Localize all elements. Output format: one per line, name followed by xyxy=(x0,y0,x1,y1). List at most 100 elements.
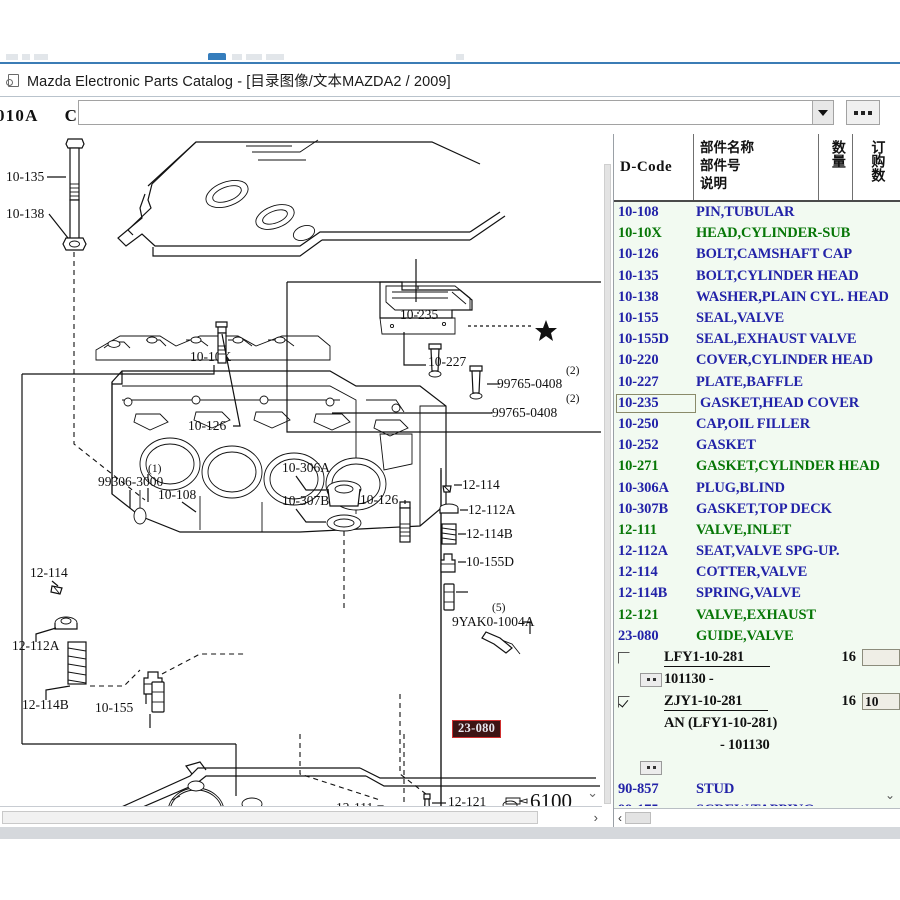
row-desc: BOLT,CAMSHAFT CAP xyxy=(696,246,852,263)
table-row[interactable]: 10-307B GASKET,TOP DECK xyxy=(614,499,900,520)
table-row[interactable]: 10-138 WASHER,PLAIN CYL. HEAD xyxy=(614,287,900,308)
row-desc: GASKET xyxy=(696,437,756,454)
table-row[interactable]: 10-135 BOLT,CYLINDER HEAD xyxy=(614,266,900,287)
column-header-dcode: D-Code xyxy=(614,134,694,200)
row-code: 10-235 xyxy=(616,393,696,413)
part-number[interactable]: ZJY1-10-281 xyxy=(664,693,769,711)
chevron-down-icon[interactable] xyxy=(812,101,833,124)
row-code: 12-114B xyxy=(618,585,668,602)
row-desc: SEAT,VALVE SPG-UP. xyxy=(696,543,840,560)
dots-cell[interactable] xyxy=(638,760,664,775)
table-row[interactable]: 12-114 COTTER,VALVE xyxy=(614,562,900,583)
detail-row-dots[interactable] xyxy=(614,757,900,779)
part-quantity: 16 xyxy=(841,693,857,710)
guide-valve-23-080-left xyxy=(151,681,165,713)
diagram-scroll-down-icon[interactable]: ⌄ xyxy=(587,785,598,801)
callout-10-135: 10-135 xyxy=(6,169,44,184)
diagram-canvas[interactable]: .ln { stroke:#111; stroke-width:1.2; fil… xyxy=(0,134,602,806)
row-code: 23-080 xyxy=(618,627,659,644)
parts-scroll-thumb[interactable] xyxy=(625,812,651,824)
row-code: 12-114 xyxy=(618,564,658,581)
column-header-name-line3: 说明 xyxy=(700,175,727,191)
row-desc: GASKET,CYLINDER HEAD xyxy=(696,458,880,475)
table-row[interactable]: 10-306A PLUG,BLIND xyxy=(614,477,900,498)
table-row[interactable]: 90-857 STUD xyxy=(614,779,900,800)
parts-scroll-left-icon[interactable]: ‹ xyxy=(618,811,622,825)
note-text: - 101130 xyxy=(720,737,770,754)
table-row[interactable]: 10-10X HEAD,CYLINDER-SUB xyxy=(614,223,900,244)
row-code: 12-121 xyxy=(618,606,659,623)
table-row[interactable]: 10-155D SEAL,EXHAUST VALVE xyxy=(614,329,900,350)
row-checkbox-checked[interactable] xyxy=(618,695,630,708)
table-row[interactable]: 10-108 PIN,TUBULAR xyxy=(614,202,900,223)
order-qty-input[interactable]: 10 xyxy=(862,693,900,711)
seal-10-155D xyxy=(440,553,456,573)
table-row[interactable]: 23-080 GUIDE,VALVE xyxy=(614,626,900,647)
callout-12-114-left: 12-114 xyxy=(30,565,68,580)
select-cell[interactable] xyxy=(618,651,638,664)
table-row[interactable]: 10-126 BOLT,CAMSHAFT CAP xyxy=(614,244,900,265)
table-row[interactable]: 10-220 COVER,CYLINDER HEAD xyxy=(614,350,900,371)
detail-row-part[interactable]: LFY1-10-281 16 xyxy=(614,647,900,669)
table-row-selected[interactable]: 10-235 GASKET,HEAD COVER xyxy=(614,393,900,414)
diagram-horizontal-scrollbar[interactable]: › xyxy=(0,806,602,827)
bottom-filler xyxy=(0,839,900,900)
table-row[interactable]: 12-111 VALVE,INLET xyxy=(614,520,900,541)
row-code: 10-135 xyxy=(618,267,659,284)
parts-table-header: D-Code 部件名称 部件号 说明 数量 订购数 xyxy=(614,134,900,202)
select-cell[interactable] xyxy=(618,695,638,708)
status-band xyxy=(0,827,900,839)
parts-scroll-down-icon[interactable]: ⌄ xyxy=(885,788,895,803)
row-code: 10-155D xyxy=(618,331,669,348)
table-row[interactable]: 12-114B SPRING,VALVE xyxy=(614,583,900,604)
row-desc: CAP,OIL FILLER xyxy=(696,415,811,432)
table-row[interactable]: 99-175SCREW,TAPPING xyxy=(614,800,900,806)
callout-10-235: 10-235 xyxy=(400,307,438,322)
camshaft-bolt-10-126-right xyxy=(399,501,411,543)
expand-dots-button[interactable] xyxy=(640,760,662,775)
diagram-scroll-right-icon[interactable]: › xyxy=(594,810,598,825)
table-row[interactable]: 10-227 PLATE,BAFFLE xyxy=(614,372,900,393)
callout-10-126-left: 10-126 xyxy=(188,418,226,433)
table-row[interactable]: 10-155 SEAL,VALVE xyxy=(614,308,900,329)
table-row[interactable]: 10-271 GASKET,CYLINDER HEAD xyxy=(614,456,900,477)
table-row[interactable]: 12-112A SEAT,VALVE SPG-UP. xyxy=(614,541,900,562)
callout-10-306A: 10-306A xyxy=(282,460,330,475)
parts-table-body[interactable]: 10-108 PIN,TUBULAR 10-10X HEAD,CYLINDER-SU… xyxy=(614,202,900,806)
row-code: 10-220 xyxy=(618,352,659,369)
diagram-scroll-thumb[interactable] xyxy=(2,810,538,824)
table-row[interactable]: 10-250 CAP,OIL FILLER xyxy=(614,414,900,435)
table-row[interactable]: 12-121 VALVE,EXHAUST xyxy=(614,605,900,626)
expand-dots-button[interactable] xyxy=(640,672,662,687)
more-options-button[interactable] xyxy=(846,100,880,125)
table-row[interactable]: 10-252 GASKET xyxy=(614,435,900,456)
row-desc: VALVE,INLET xyxy=(696,521,792,538)
row-checkbox[interactable] xyxy=(618,651,630,664)
parts-horizontal-scrollbar[interactable]: ‹ xyxy=(614,808,900,827)
column-header-order-qty: 订购数 xyxy=(869,140,885,182)
diagram-pane[interactable]: .ln { stroke:#111; stroke-width:1.2; fil… xyxy=(0,134,602,827)
bolt-10-135-illustration xyxy=(62,138,87,251)
row-desc: WASHER,PLAIN CYL. HEAD xyxy=(696,288,889,305)
detail-row-part[interactable]: ZJY1-10-281 16 10 xyxy=(614,691,900,713)
parts-list-pane[interactable]: D-Code 部件名称 部件号 说明 数量 订购数 10-108 PIN,TUBU… xyxy=(613,134,900,827)
baffle-plate-group: 10-227 (2) 99765-0408 (2) 99765-0408 xyxy=(286,281,601,433)
valve-spring-12-114B-left xyxy=(67,641,87,685)
row-desc: GASKET,HEAD COVER xyxy=(700,394,860,411)
note-text: AN (LFY1-10-281) xyxy=(664,715,778,732)
section-combobox[interactable] xyxy=(78,100,834,125)
part-number[interactable]: LFY1-10-281 xyxy=(664,649,770,667)
pane-splitter[interactable] xyxy=(602,134,613,827)
callout-10-126-right: 10-126 xyxy=(360,492,398,507)
callout-qty-5: (5) xyxy=(492,602,506,614)
row-code: 10-10X xyxy=(618,225,662,242)
row-code: 10-306A xyxy=(618,479,669,496)
highlighted-callout-23-080-right[interactable]: 23-080 xyxy=(452,720,502,738)
dots-cell[interactable] xyxy=(638,672,664,687)
valve-parts-callout-box: 12-114 12-112A 12-114B 10-155D (5) 9YAK0… xyxy=(439,468,535,806)
callout-99306-3000: 99306-3000 xyxy=(98,474,163,489)
guide-valve-23-080-right xyxy=(443,583,455,611)
row-code: 10-155 xyxy=(618,310,659,327)
order-qty-input[interactable] xyxy=(862,649,900,667)
callout-99765-0408-b: 99765-0408 xyxy=(492,405,557,420)
